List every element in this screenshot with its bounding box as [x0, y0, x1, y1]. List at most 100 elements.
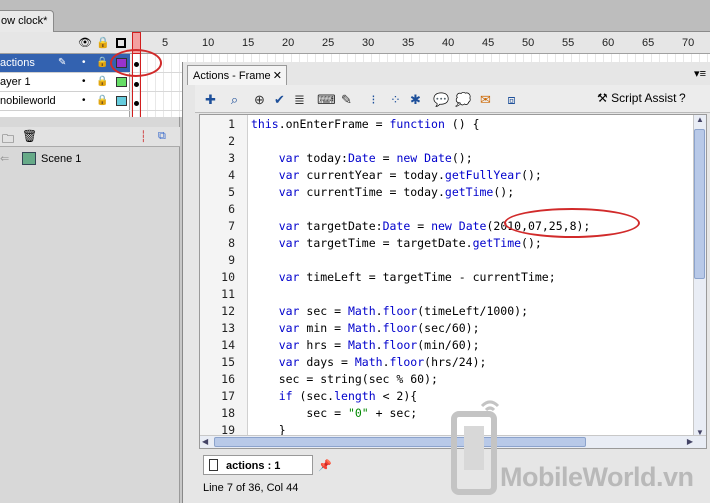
back-arrow-icon[interactable]: ⇐	[0, 152, 9, 165]
auto-format-icon[interactable]: ≣	[291, 91, 308, 108]
horizontal-scroll-thumb[interactable]	[214, 437, 586, 447]
help-button[interactable]: ?	[679, 91, 686, 105]
show-hide-toolbox-icon[interactable]: ⧈	[503, 91, 520, 108]
layer-color-swatch[interactable]	[116, 77, 127, 87]
visible-dot-icon[interactable]: •	[82, 76, 86, 87]
script-assist-button[interactable]: ⚒ Script Assist	[597, 91, 676, 105]
expand-all-icon[interactable]: ✱	[407, 91, 424, 108]
code-text: var currentYear = today.getFullYear();	[278, 168, 542, 182]
line-number: 17	[221, 389, 235, 403]
check-syntax-icon[interactable]: ✔	[271, 91, 288, 108]
horizontal-scrollbar[interactable]: ◀ ▶	[200, 435, 706, 448]
code-text: var targetTime = targetDate.getTime();	[278, 236, 542, 250]
edit-multiple-icon[interactable]: ⧉	[158, 130, 166, 143]
line-number: 1	[228, 117, 235, 131]
line-number: 12	[221, 304, 235, 318]
debug-options-icon[interactable]: ✎	[338, 91, 355, 108]
add-statement-icon[interactable]: ✚	[202, 91, 219, 108]
frame-number: 30	[362, 37, 375, 49]
pencil-icon: ✎	[58, 57, 67, 68]
keyframe-mobileworld[interactable]	[134, 101, 139, 106]
layer-color-swatch[interactable]	[116, 96, 127, 106]
layer-name: ayer 1	[0, 76, 31, 88]
visible-dot-icon[interactable]: •	[82, 95, 86, 106]
apply-block-comment-icon[interactable]: 💬	[433, 91, 450, 108]
line-number: 18	[221, 406, 235, 420]
line-number: 11	[221, 287, 235, 301]
code-text: this.onEnterFrame = function () {	[251, 117, 480, 131]
collapse-between-braces-icon[interactable]: ⁝	[365, 91, 382, 108]
line-number: 8	[228, 236, 235, 250]
keyframe-layer1[interactable]	[134, 82, 139, 87]
layer-tools-bar: 🗀 🗑 ┆ ⧉	[0, 127, 180, 147]
vertical-scroll-thumb[interactable]	[694, 129, 705, 279]
frame-number: 40	[442, 37, 455, 49]
frame-number: 50	[522, 37, 535, 49]
layer-row-layer1[interactable]: ayer 1 • 🔒	[0, 73, 130, 92]
layer-name: nobileworld	[0, 95, 56, 107]
scene-icon	[22, 152, 36, 165]
layer-name: actions	[0, 57, 35, 69]
line-number: 4	[228, 168, 235, 182]
folder-icon[interactable]: 🗀	[2, 130, 14, 151]
frame-number: 55	[562, 37, 575, 49]
line-number: 3	[228, 151, 235, 165]
frame-number: 15	[242, 37, 255, 49]
line-number: 7	[228, 219, 235, 233]
line-number: 10	[221, 270, 235, 284]
flash-ide-window: ow clock* 👁 🔒 15101520253035404550556065…	[0, 0, 710, 503]
status-bar-text: Line 7 of 36, Col 44	[203, 482, 299, 494]
script-file-icon	[209, 459, 218, 471]
tab-label: Actions - Frame	[193, 70, 271, 82]
onion-skin-icon[interactable]: ┆	[140, 130, 147, 143]
script-editor[interactable]: 1 this.onEnterFrame = function () {2 3 var…	[199, 114, 707, 449]
highlight-circle-frame	[110, 49, 162, 77]
lock-icon[interactable]: 🔒	[96, 57, 108, 68]
scene-breadcrumb[interactable]: ⇐ Scene 1	[0, 152, 180, 170]
layer-row-mobileworld[interactable]: nobileworld • 🔒	[0, 92, 130, 111]
code-text: var today:Date = new Date();	[278, 151, 473, 165]
frame-number: 20	[282, 37, 295, 49]
outline-icon[interactable]	[114, 36, 128, 50]
target-icon[interactable]: ⊕	[251, 91, 268, 108]
remove-comment-icon[interactable]: ✉	[477, 91, 494, 108]
scroll-up-icon[interactable]: ▲	[696, 115, 704, 124]
document-tab[interactable]: ow clock*	[0, 10, 54, 32]
frame-number: 25	[322, 37, 335, 49]
trash-icon[interactable]: 🗑	[22, 129, 37, 143]
code-text: sec = string(sec % 60);	[251, 372, 438, 386]
code-hint-icon[interactable]: ⌨	[317, 91, 336, 108]
eye-icon[interactable]: 👁	[78, 36, 92, 50]
line-number: 14	[221, 338, 235, 352]
visible-dot-icon[interactable]: •	[82, 57, 86, 68]
panel-menu-icon[interactable]: ▾≡	[694, 67, 706, 80]
lock-icon[interactable]: 🔒	[96, 95, 108, 106]
code-text: var hrs = Math.floor(min/60);	[278, 338, 480, 352]
frame-number: 35	[402, 37, 415, 49]
close-icon[interactable]: ✕	[273, 69, 282, 82]
tab-actions-script[interactable]: actions : 1 📌	[203, 455, 332, 475]
actions-toolbar: ✚ ⌕ ⊕ ✔ ≣ ⌨ ✎ ⁝ ⁘ ✱ 💬 💭 ✉ ⧈ ⚒ Script Ass…	[195, 85, 710, 113]
code-text: var sec = Math.floor(timeLeft/1000);	[278, 304, 528, 318]
vertical-scrollbar[interactable]: ▲ ▼	[693, 115, 706, 437]
lock-icon[interactable]: 🔒	[96, 36, 110, 50]
highlight-circle-date-args	[504, 208, 640, 238]
collapse-selection-icon[interactable]: ⁘	[387, 91, 404, 108]
scroll-right-icon[interactable]: ▶	[687, 437, 693, 446]
timeline-header: 👁 🔒 1510152025303540455055606570	[0, 32, 710, 54]
frame-number: 70	[682, 37, 695, 49]
apply-line-comment-icon[interactable]: 💭	[455, 91, 472, 108]
code-text: var days = Math.floor(hrs/24);	[278, 355, 487, 369]
pin-icon[interactable]: 📌	[318, 459, 332, 472]
line-number: 16	[221, 372, 235, 386]
frame-number: 45	[482, 37, 495, 49]
frame-number: 60	[602, 37, 615, 49]
code-text: var currentTime = today.getTime();	[278, 185, 515, 199]
lock-icon[interactable]: 🔒	[96, 76, 108, 87]
find-icon[interactable]: ⌕	[226, 91, 243, 108]
tab-actions-frame[interactable]: Actions - Frame ✕	[187, 65, 287, 85]
code-text: if (sec.length < 2){	[278, 389, 418, 403]
line-number: 13	[221, 321, 235, 335]
line-number: 9	[228, 253, 235, 267]
scroll-left-icon[interactable]: ◀	[202, 437, 208, 446]
